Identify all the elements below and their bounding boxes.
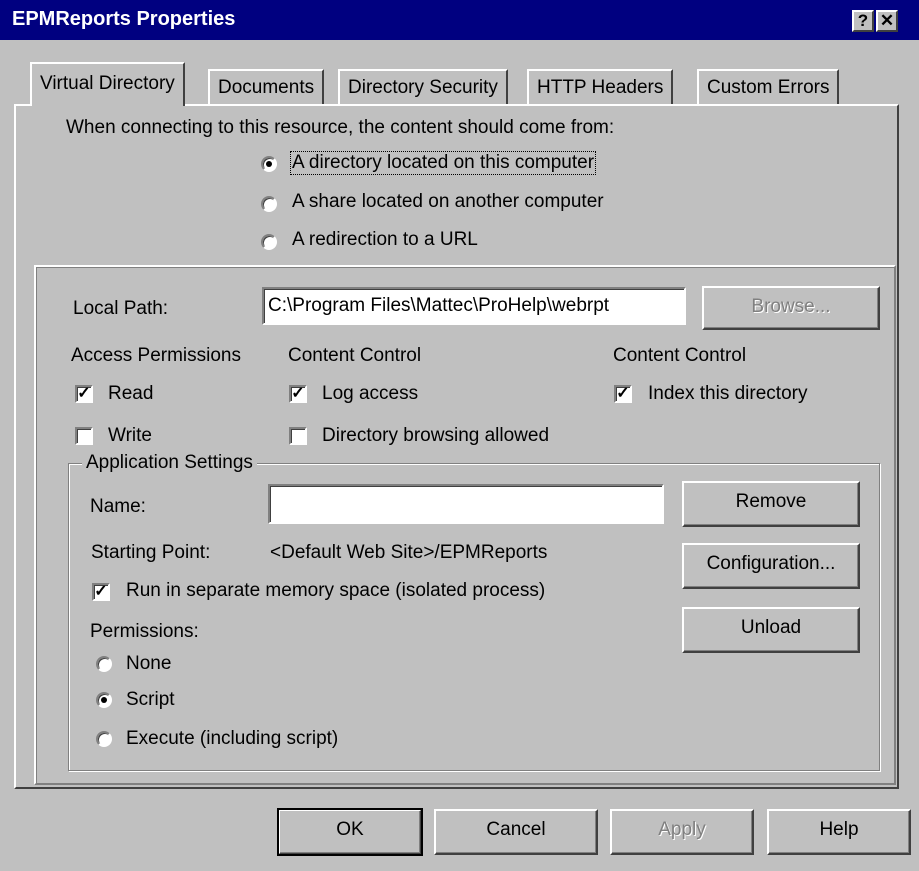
tab-documents[interactable]: Documents <box>208 69 325 105</box>
isolated-process-label[interactable]: Run in separate memory space (isolated p… <box>126 580 545 602</box>
configuration-button[interactable]: Configuration... <box>682 543 860 589</box>
starting-point-label: Starting Point: <box>91 542 211 563</box>
radio-url-redirection[interactable] <box>261 234 277 250</box>
close-icon[interactable]: ✕ <box>876 10 898 32</box>
content-control-header-2: Content Control <box>613 345 747 366</box>
radio-network-share[interactable] <box>261 196 277 212</box>
radio-network-share-label[interactable]: A share located on another computer <box>292 191 604 213</box>
apply-button[interactable]: Apply <box>610 809 754 855</box>
directory-browsing-checkbox[interactable] <box>289 427 307 445</box>
local-path-input[interactable]: C:\Program Files\Mattec\ProHelp\webrpt <box>262 287 686 325</box>
app-permissions-label: Permissions: <box>90 621 199 642</box>
access-permissions-header: Access Permissions <box>71 345 241 366</box>
source-prompt: When connecting to this resource, the co… <box>66 117 615 138</box>
tab-http-headers[interactable]: HTTP Headers <box>527 69 674 105</box>
unload-button[interactable]: Unload <box>682 607 860 653</box>
app-name-label: Name: <box>90 496 146 517</box>
read-label[interactable]: Read <box>108 383 153 405</box>
tab-directory-security[interactable]: Directory Security <box>338 69 508 105</box>
radio-local-directory-label[interactable]: A directory located on this computer <box>290 151 597 175</box>
help-icon[interactable]: ? <box>852 10 874 32</box>
window-title: EPMReports Properties <box>12 8 236 30</box>
tab-label: Custom Errors <box>707 77 830 98</box>
browse-label: Browse... <box>751 296 831 317</box>
content-control-header: Content Control <box>288 345 422 366</box>
ok-label: OK <box>336 819 364 840</box>
permission-script-label[interactable]: Script <box>126 689 175 711</box>
title-bar[interactable]: EPMReports Properties ? ✕ <box>0 0 919 40</box>
read-checkbox[interactable]: ✓ <box>75 385 93 403</box>
permission-none-label[interactable]: None <box>126 653 171 675</box>
permission-execute-radio[interactable] <box>96 731 112 747</box>
app-name-input[interactable] <box>268 484 664 524</box>
application-settings-label: Application Settings <box>82 452 257 474</box>
configuration-label: Configuration... <box>706 553 836 574</box>
tab-label: HTTP Headers <box>537 77 664 98</box>
unload-label: Unload <box>740 617 802 638</box>
log-access-checkbox[interactable]: ✓ <box>289 385 307 403</box>
apply-label: Apply <box>658 819 706 840</box>
log-access-label[interactable]: Log access <box>322 383 418 405</box>
radio-local-directory[interactable] <box>261 156 277 172</box>
index-directory-checkbox[interactable]: ✓ <box>614 385 632 403</box>
tab-label: Virtual Directory <box>40 73 175 94</box>
radio-dot <box>266 161 272 167</box>
directory-browsing-label[interactable]: Directory browsing allowed <box>322 425 549 447</box>
radio-dot <box>101 697 107 703</box>
ok-button[interactable]: OK <box>277 808 423 856</box>
tab-label: Directory Security <box>348 77 498 98</box>
remove-label: Remove <box>735 491 807 512</box>
local-path-label: Local Path: <box>73 298 169 319</box>
remove-button[interactable]: Remove <box>682 481 860 527</box>
browse-button[interactable]: Browse... <box>702 286 880 330</box>
starting-point-value: <Default Web Site>/EPMReports <box>270 542 548 563</box>
help-label: Help <box>819 819 859 840</box>
cancel-label: Cancel <box>486 819 546 840</box>
radio-url-redirection-label[interactable]: A redirection to a URL <box>292 229 478 251</box>
permission-execute-label[interactable]: Execute (including script) <box>126 728 338 750</box>
index-directory-label[interactable]: Index this directory <box>648 383 807 405</box>
write-checkbox[interactable] <box>75 427 93 445</box>
cancel-button[interactable]: Cancel <box>434 809 598 855</box>
write-label[interactable]: Write <box>108 425 152 447</box>
tab-label: Documents <box>218 77 315 98</box>
isolated-process-checkbox[interactable]: ✓ <box>92 583 110 601</box>
permission-script-radio[interactable] <box>96 692 112 708</box>
help-button[interactable]: Help <box>767 809 911 855</box>
permission-none-radio[interactable] <box>96 656 112 672</box>
tab-virtual-directory[interactable]: Virtual Directory <box>30 62 185 106</box>
tab-custom-errors[interactable]: Custom Errors <box>697 69 840 105</box>
